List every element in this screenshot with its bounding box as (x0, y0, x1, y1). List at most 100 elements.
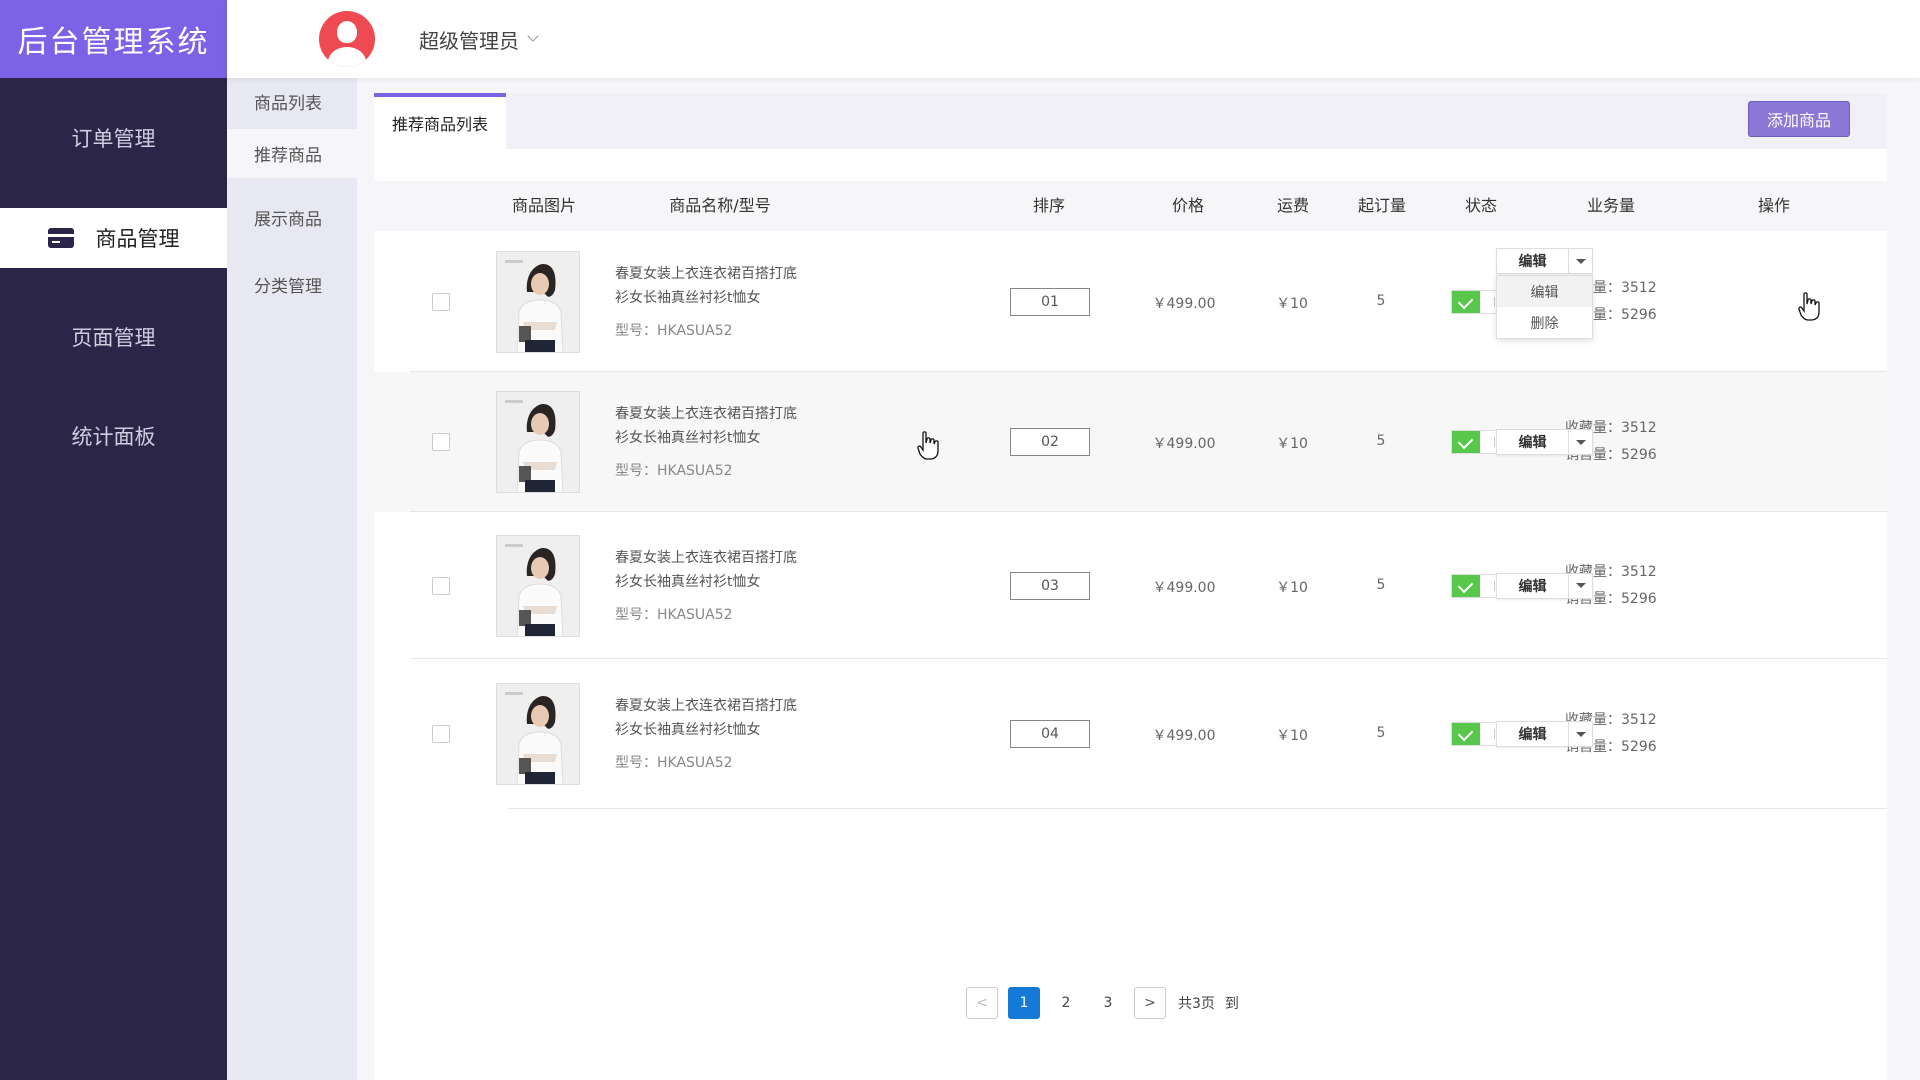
column-header: 排序 (1032, 196, 1066, 215)
shipping-fee: ￥10 (1276, 436, 1308, 452)
product-model: 型号：HKASUA52 (615, 606, 733, 623)
column-header: 商品图片 (511, 196, 577, 215)
product-price: ￥499.00 (1152, 295, 1216, 312)
column-header: 起订量 (1357, 196, 1407, 215)
product-photo (497, 251, 579, 352)
top-bar: 超级管理员 (227, 0, 1920, 78)
tab-recommended-list[interactable]: 推荐商品列表 (374, 93, 506, 149)
sort-order-input[interactable]: 04 (1010, 720, 1090, 748)
minimum-order-qty: 5 (1376, 433, 1386, 449)
sort-order-input[interactable]: 01 (1010, 287, 1090, 316)
product-name-line: 春夏女装上衣连衣裙百搭打底 (615, 265, 797, 282)
sidebar-item-orders[interactable]: 订单管理 (0, 108, 227, 168)
shipping-fee: ￥10 (1276, 728, 1308, 744)
row-checkbox[interactable] (432, 292, 450, 311)
row-divider (508, 808, 1887, 809)
action-dropdown-menu: 编辑 删除 (1496, 275, 1593, 339)
submenu-item-label: 分类管理 (254, 276, 322, 297)
submenu-item-showcase[interactable]: 展示商品 (227, 194, 357, 240)
row-checkbox[interactable] (432, 725, 450, 743)
product-model: 型号：HKASUA52 (615, 322, 733, 339)
submenu-item-recommended[interactable]: 推荐商品 (227, 129, 357, 178)
product-photo (497, 684, 579, 784)
column-header: 业务量 (1586, 196, 1636, 215)
submenu-item-product-list[interactable]: 商品列表 (227, 78, 357, 124)
product-price: ￥499.00 (1152, 728, 1216, 744)
caret-down-icon (1575, 439, 1586, 445)
edit-button[interactable]: 编辑 (1497, 722, 1569, 746)
dropdown-option-edit[interactable]: 编辑 (1497, 276, 1592, 307)
product-price: ￥499.00 (1152, 579, 1216, 596)
product-price: ￥499.00 (1152, 436, 1216, 452)
product-model: 型号：HKASUA52 (615, 755, 733, 771)
dropdown-toggle[interactable] (1569, 574, 1592, 598)
sidebar-item-pages[interactable]: 页面管理 (0, 307, 227, 367)
edit-button[interactable]: 编辑 (1497, 430, 1569, 454)
submenu: 商品列表 推荐商品 展示商品 分类管理 (227, 78, 357, 1080)
shipping-fee: ￥10 (1276, 579, 1308, 596)
dropdown-option-delete[interactable]: 删除 (1497, 307, 1592, 338)
product-photo (497, 392, 579, 492)
action-split-button: 编辑 (1496, 429, 1593, 455)
table-row: 春夏女装上衣连衣裙百搭打底 衫女长袖真丝衬衫t恤女 型号：HKASUA52 02 ￥49… (374, 372, 1887, 512)
next-page-button[interactable]: > (1134, 987, 1166, 1019)
user-name[interactable]: 超级管理员 (419, 25, 519, 54)
table-row: 春夏女装上衣连衣裙百搭打底 衫女长袖真丝衬衫t恤女 型号：HKASUA52 01 ￥49… (374, 231, 1887, 372)
product-name-line: 衫女长袖真丝衬衫t恤女 (615, 722, 761, 738)
product-name: 春夏女装上衣连衣裙百搭打底 衫女长袖真丝衬衫t恤女 型号：HKASUA52 (615, 402, 825, 483)
dropdown-toggle[interactable] (1569, 249, 1592, 273)
edit-button[interactable]: 编辑 (1497, 573, 1569, 598)
edit-button[interactable]: 编辑 (1497, 249, 1569, 273)
row-checkbox[interactable] (432, 433, 450, 451)
app-title: 后台管理系统 (0, 0, 227, 78)
product-name-line: 春夏女装上衣连衣裙百搭打底 (615, 549, 797, 566)
check-icon (1452, 431, 1480, 453)
product-thumbnail (496, 534, 580, 637)
page-button-2[interactable]: 2 (1050, 987, 1082, 1019)
avatar[interactable] (319, 11, 375, 67)
sort-order-input[interactable]: 02 (1010, 428, 1090, 456)
tab-strip: 推荐商品列表 添加商品 (374, 93, 1887, 149)
sidebar-item-label: 订单管理 (71, 127, 156, 151)
product-name: 春夏女装上衣连衣裙百搭打底 衫女长袖真丝衬衫t恤女 型号：HKASUA52 (615, 262, 825, 343)
minimum-order-qty: 5 (1376, 725, 1386, 741)
submenu-item-label: 展示商品 (254, 209, 322, 230)
avatar-head (337, 21, 357, 43)
card-icon (47, 228, 74, 248)
action-split-button: 编辑 (1496, 248, 1593, 274)
column-header: 操作 (1757, 196, 1791, 215)
column-header: 商品名称/型号 (669, 196, 771, 215)
page-button-3[interactable]: 3 (1092, 987, 1124, 1019)
chevron-down-icon[interactable] (527, 30, 539, 42)
sort-order-input[interactable]: 03 (1010, 571, 1090, 600)
product-name: 春夏女装上衣连衣裙百搭打底 衫女长袖真丝衬衫t恤女 型号：HKASUA52 (615, 546, 825, 627)
submenu-item-categories[interactable]: 分类管理 (227, 261, 357, 307)
caret-down-icon (1575, 258, 1586, 264)
row-checkbox[interactable] (432, 576, 450, 595)
product-model: 型号：HKASUA52 (615, 463, 733, 479)
main-panel: 推荐商品列表 添加商品 商品图片 商品名称/型号 排序 价格 运费 起订量 状态… (374, 93, 1887, 1080)
dropdown-toggle[interactable] (1569, 430, 1592, 454)
hand-cursor-icon (1798, 292, 1820, 321)
sidebar-item-stats[interactable]: 统计面板 (0, 406, 227, 466)
action-split-button: 编辑 (1496, 572, 1593, 599)
check-icon (1452, 574, 1480, 597)
column-header: 状态 (1464, 196, 1498, 215)
minimum-order-qty: 5 (1376, 292, 1386, 309)
caret-down-icon (1575, 583, 1586, 588)
prev-page-button[interactable]: < (966, 987, 998, 1019)
goto-text: 到 (1224, 996, 1239, 1012)
add-product-button[interactable]: 添加商品 (1748, 101, 1850, 137)
table-row: 春夏女装上衣连衣裙百搭打底 衫女长袖真丝衬衫t恤女 型号：HKASUA52 03 ￥49… (374, 512, 1887, 659)
column-header: 运费 (1276, 196, 1310, 215)
dropdown-toggle[interactable] (1569, 722, 1592, 746)
sidebar: 订单管理 商品管理 页面管理 统计面板 (0, 78, 227, 1080)
minimum-order-qty: 5 (1376, 576, 1386, 593)
sidebar-item-products[interactable]: 商品管理 (0, 208, 227, 268)
page-button-1[interactable]: 1 (1008, 987, 1040, 1019)
action-split-button: 编辑 (1496, 721, 1593, 747)
hand-cursor-icon (917, 431, 939, 460)
total-pages-text: 共3页 (1178, 996, 1215, 1012)
product-name: 春夏女装上衣连衣裙百搭打底 衫女长袖真丝衬衫t恤女 型号：HKASUA52 (615, 694, 825, 775)
check-icon (1452, 723, 1480, 745)
